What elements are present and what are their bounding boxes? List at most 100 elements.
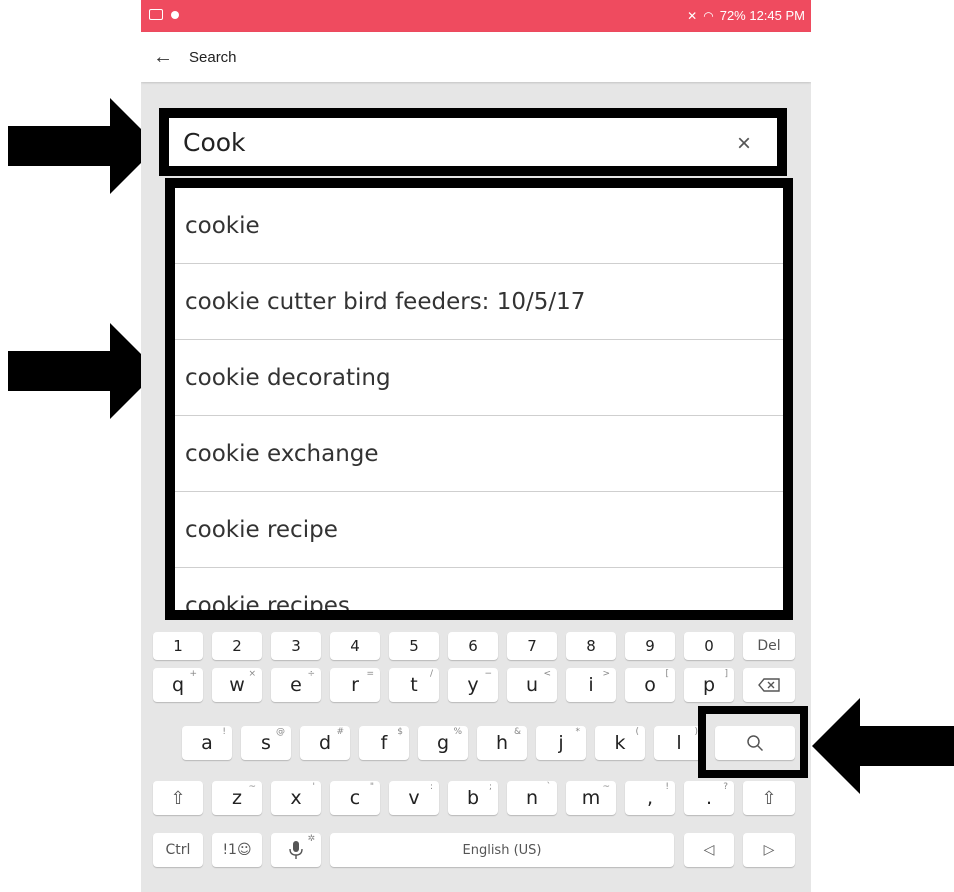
ctrl-key[interactable]: Ctrl — [153, 833, 203, 867]
key-label: k — [614, 732, 626, 754]
shift-key-right[interactable]: ⇧ — [743, 781, 795, 815]
key-d[interactable]: d # — [300, 726, 350, 760]
back-arrow-icon[interactable]: ← — [153, 46, 189, 69]
key-c[interactable]: c " — [330, 781, 380, 815]
suggestion-item[interactable]: cookie recipe — [175, 492, 783, 568]
key-v[interactable]: v: — [389, 781, 439, 815]
key-l[interactable]: l) — [654, 726, 704, 760]
key-period[interactable]: .? — [684, 781, 734, 815]
key-comma[interactable]: ,! — [625, 781, 675, 815]
clear-icon[interactable]: × — [737, 130, 751, 158]
key-alt: ` — [546, 782, 552, 792]
key-9[interactable]: 9 — [625, 632, 675, 660]
key-label: x — [290, 787, 302, 809]
key-e[interactable]: e ÷ — [271, 668, 321, 702]
key-y[interactable]: y − — [448, 668, 498, 702]
key-s[interactable]: s @ — [241, 726, 291, 760]
key-a[interactable]: a! — [182, 726, 232, 760]
suggestion-item[interactable]: cookie cutter bird feeders: 10/5/17 — [175, 264, 783, 340]
arrow-to-search-key — [812, 698, 954, 794]
key-k[interactable]: k( — [595, 726, 645, 760]
status-bar: ✕ ◠ 72% 12:45 PM — [141, 0, 811, 32]
key-u[interactable]: u < — [507, 668, 557, 702]
key-n[interactable]: n ` — [507, 781, 557, 815]
space-bar[interactable]: English (US) — [330, 833, 674, 867]
key-4[interactable]: 4 — [330, 632, 380, 660]
shift-icon: ⇧ — [170, 787, 186, 809]
key-t[interactable]: t / — [389, 668, 439, 702]
suggestion-item[interactable]: cookie exchange — [175, 416, 783, 492]
backspace-icon — [758, 678, 780, 692]
key-alt: % — [453, 727, 462, 737]
key-label: . — [705, 787, 713, 809]
cursor-right-key[interactable]: ▷ — [743, 833, 795, 867]
symbols-key[interactable]: !1☺ — [212, 833, 262, 867]
key-x[interactable]: x ' — [271, 781, 321, 815]
key-6[interactable]: 6 — [448, 632, 498, 660]
key-1[interactable]: 1 — [153, 632, 203, 660]
key-label: j — [558, 732, 564, 754]
key-m[interactable]: m ~ — [566, 781, 616, 815]
cursor-left-key[interactable]: ◁ — [684, 833, 734, 867]
voice-key[interactable]: ✲ — [271, 833, 321, 867]
key-alt: ÷ — [307, 669, 315, 679]
key-alt: ' — [312, 782, 315, 792]
key-alt: # — [336, 727, 344, 737]
key-8[interactable]: 8 — [566, 632, 616, 660]
key-p[interactable]: p] — [684, 668, 734, 702]
key-label: i — [588, 674, 594, 696]
key-i[interactable]: i > — [566, 668, 616, 702]
gallery-notification-icon — [149, 9, 163, 20]
key-7[interactable]: 7 — [507, 632, 557, 660]
key-alt: & — [513, 727, 521, 737]
key-alt: − — [484, 669, 492, 679]
suggestion-list: cookie cookie cutter bird feeders: 10/5/… — [165, 178, 793, 620]
key-0[interactable]: 0 — [684, 632, 734, 660]
delete-key[interactable]: Del — [743, 632, 795, 660]
search-key-highlight-frame — [698, 706, 808, 778]
key-g[interactable]: g% — [418, 726, 468, 760]
key-label: s — [261, 732, 271, 754]
suggestion-item[interactable]: cookie recipes — [175, 568, 783, 611]
key-2[interactable]: 2 — [212, 632, 262, 660]
key-alt: × — [248, 669, 256, 679]
key-label: , — [646, 787, 654, 809]
key-alt: : — [429, 782, 433, 792]
key-3[interactable]: 3 — [271, 632, 321, 660]
key-alt: [ — [665, 669, 669, 679]
key-f[interactable]: f $ — [359, 726, 409, 760]
status-text: 72% 12:45 PM — [719, 8, 805, 23]
key-label: e — [290, 674, 302, 696]
arrow-to-suggestion — [8, 323, 158, 419]
search-field-box: × — [159, 108, 787, 176]
key-label: y — [467, 674, 479, 696]
suggestion-item[interactable]: cookie decorating — [175, 340, 783, 416]
key-h[interactable]: h & — [477, 726, 527, 760]
key-alt: " — [369, 782, 374, 792]
key-label: w — [229, 674, 245, 696]
key-label: v — [408, 787, 420, 809]
key-label: m — [581, 787, 601, 809]
key-label: r — [351, 674, 359, 696]
key-o[interactable]: o[ — [625, 668, 675, 702]
key-label: n — [525, 787, 539, 809]
key-alt: ~ — [602, 782, 610, 792]
key-w[interactable]: w × — [212, 668, 262, 702]
backspace-key[interactable] — [743, 668, 795, 702]
key-5[interactable]: 5 — [389, 632, 439, 660]
key-b[interactable]: b; — [448, 781, 498, 815]
key-label: c — [349, 787, 361, 809]
key-q[interactable]: q + — [153, 668, 203, 702]
microphone-icon — [289, 841, 303, 859]
search-input[interactable] — [181, 126, 705, 158]
key-label: d — [318, 732, 332, 754]
key-r[interactable]: r = — [330, 668, 380, 702]
key-alt: ! — [665, 782, 669, 792]
key-alt: * — [575, 727, 581, 737]
wifi-icon: ◠ — [703, 8, 714, 23]
suggestion-item[interactable]: cookie — [175, 188, 783, 264]
shift-key-left[interactable]: ⇧ — [153, 781, 203, 815]
key-j[interactable]: j * — [536, 726, 586, 760]
page-title: Search — [189, 48, 237, 66]
key-z[interactable]: z ~ — [212, 781, 262, 815]
